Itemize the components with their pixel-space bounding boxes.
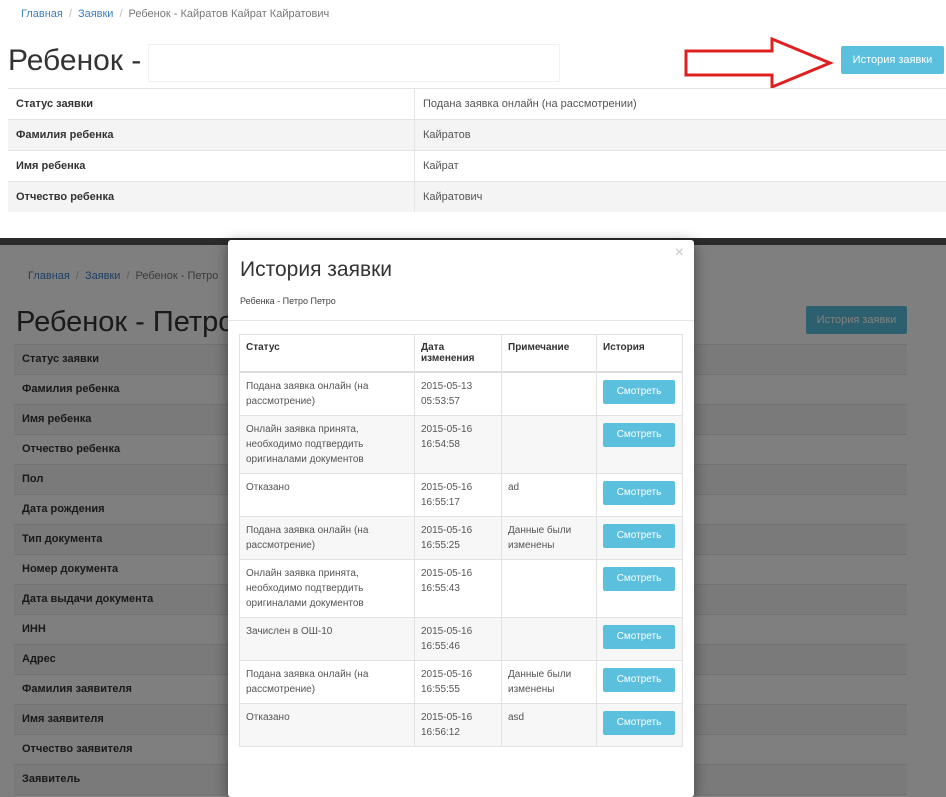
- breadcrumb: Главная / Заявки / Ребенок - Кайратов Кайрат…: [21, 8, 329, 20]
- header-note: Примечание: [501, 334, 597, 373]
- history-status: Подана заявка онлайн (на рассмотрение): [239, 660, 415, 704]
- info-value: Подана заявка онлайн (на рассмотрении): [414, 88, 946, 120]
- history-date: 2015-05-16 16:55:25: [414, 516, 502, 560]
- history-status: Зачислен в ОШ-10: [239, 617, 415, 661]
- history-actions: Смотреть: [596, 617, 683, 661]
- view-button[interactable]: Смотреть: [603, 481, 675, 505]
- history-row: Отказано 2015-05-16 16:55:17 ad Смотреть: [239, 473, 683, 517]
- history-date: 2015-05-16 16:55:46: [414, 617, 502, 661]
- top-panel: Главная / Заявки / Ребенок - Кайратов Кайрат…: [0, 0, 946, 214]
- info-label: Отчество ребенка: [8, 181, 415, 212]
- header-date: Дата изменения: [414, 334, 502, 373]
- header-status: Статус: [239, 334, 415, 373]
- history-note: [501, 559, 597, 618]
- history-actions: Смотреть: [596, 371, 683, 416]
- info-row: Отчество ребенка Кайратович: [8, 181, 946, 212]
- breadcrumb-applications-link[interactable]: Заявки: [78, 8, 114, 20]
- info-row: Фамилия ребенка Кайратов: [8, 119, 946, 151]
- breadcrumb-separator: /: [68, 8, 72, 20]
- info-label: Статус заявки: [8, 88, 415, 120]
- history-actions: Смотреть: [596, 415, 683, 474]
- info-row: Статус заявки Подана заявка онлайн (на ра…: [8, 88, 946, 120]
- modal-divider: [228, 320, 694, 321]
- view-button[interactable]: Смотреть: [603, 567, 675, 591]
- history-actions: Смотреть: [596, 516, 683, 560]
- info-value: Кайрат: [414, 150, 946, 182]
- view-button[interactable]: Смотреть: [603, 711, 675, 735]
- history-row: Подана заявка онлайн (на рассмотрение) 20…: [239, 371, 683, 416]
- breadcrumb-home-link[interactable]: Главная: [21, 8, 63, 20]
- info-label: Фамилия ребенка: [8, 119, 415, 151]
- view-button[interactable]: Смотреть: [603, 423, 675, 447]
- history-actions: Смотреть: [596, 559, 683, 618]
- history-note: asd: [501, 703, 597, 747]
- view-button[interactable]: Смотреть: [603, 380, 675, 404]
- info-label: Имя ребенка: [8, 150, 415, 182]
- history-modal: × История заявки Ребенка - Петро Петро С…: [228, 240, 694, 797]
- redacted-name-box: [148, 44, 560, 82]
- view-button[interactable]: Смотреть: [603, 668, 675, 692]
- history-status: Онлайн заявка принята, необходимо подтве…: [239, 415, 415, 474]
- history-note: [501, 617, 597, 661]
- history-date: 2015-05-16 16:55:55: [414, 660, 502, 704]
- history-status: Подана заявка онлайн (на рассмотрение): [239, 371, 415, 416]
- history-actions: Смотреть: [596, 473, 683, 517]
- breadcrumb-current: Ребенок - Кайратов Кайрат Кайратович: [128, 8, 330, 20]
- history-date: 2015-05-16 16:55:17: [414, 473, 502, 517]
- history-note: Данные были изменены: [501, 660, 597, 704]
- history-status: Подана заявка онлайн (на рассмотрение): [239, 516, 415, 560]
- history-actions: Смотреть: [596, 703, 683, 747]
- history-date: 2015-05-16 16:56:12: [414, 703, 502, 747]
- history-table: Статус Дата изменения Примечание История…: [239, 334, 683, 747]
- history-row: Отказано 2015-05-16 16:56:12 asd Смотреть: [239, 703, 683, 747]
- page-title: Ребенок -: [8, 44, 142, 77]
- history-status: Отказано: [239, 473, 415, 517]
- history-header-row: Статус Дата изменения Примечание История: [239, 334, 683, 373]
- history-date: 2015-05-13 05:53:57: [414, 371, 502, 416]
- history-date: 2015-05-16 16:55:43: [414, 559, 502, 618]
- breadcrumb-separator: /: [119, 8, 123, 20]
- history-note: [501, 371, 597, 416]
- history-note: Данные были изменены: [501, 516, 597, 560]
- info-row: Имя ребенка Кайрат: [8, 150, 946, 182]
- modal-subtitle: Ребенка - Петро Петро: [240, 296, 336, 306]
- view-button[interactable]: Смотреть: [603, 524, 675, 548]
- info-value: Кайратов: [414, 119, 946, 151]
- history-note: [501, 415, 597, 474]
- history-row: Онлайн заявка принята, необходимо подтве…: [239, 559, 683, 618]
- application-info-table: Статус заявки Подана заявка онлайн (на ра…: [8, 88, 946, 212]
- view-button[interactable]: Смотреть: [603, 625, 675, 649]
- history-row: Подана заявка онлайн (на рассмотрение) 20…: [239, 516, 683, 560]
- modal-title: История заявки: [240, 258, 393, 281]
- info-value: Кайратович: [414, 181, 946, 212]
- red-arrow-icon: [684, 37, 834, 89]
- history-status: Отказано: [239, 703, 415, 747]
- history-date: 2015-05-16 16:54:58: [414, 415, 502, 474]
- history-note: ad: [501, 473, 597, 517]
- history-status: Онлайн заявка принята, необходимо подтве…: [239, 559, 415, 618]
- close-icon[interactable]: ×: [675, 244, 684, 262]
- history-row: Подана заявка онлайн (на рассмотрение) 20…: [239, 660, 683, 704]
- history-actions: Смотреть: [596, 660, 683, 704]
- history-row: Онлайн заявка принята, необходимо подтве…: [239, 415, 683, 474]
- history-row: Зачислен в ОШ-10 2015-05-16 16:55:46 Смотр…: [239, 617, 683, 661]
- header-history: История: [596, 334, 683, 373]
- history-button[interactable]: История заявки: [841, 46, 944, 74]
